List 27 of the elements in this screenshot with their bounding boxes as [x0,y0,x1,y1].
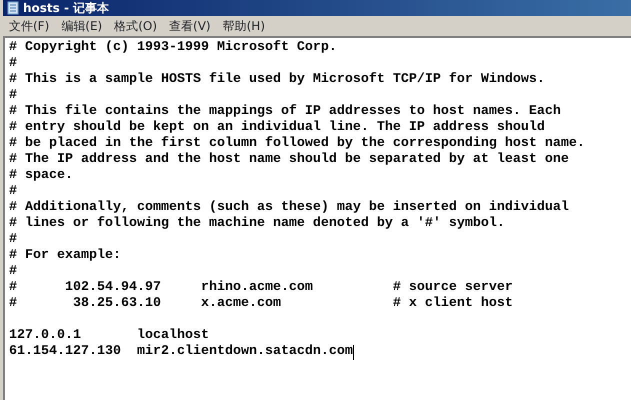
text-line: # For example: [9,248,121,264]
text-line: # [9,184,17,200]
text-line: # be placed in the first column followed by the corresponding host name. [9,136,585,152]
text-line: # [9,232,17,248]
text-line: # lines or following the machine name denoted by a '#' symbol. [9,216,505,232]
text-line: # The IP address and the host name should be separated by at least one [9,152,569,168]
text-line: # Additionally, comments (such as these) may be inserted on individual [9,200,569,216]
text-line: # entry should be kept on an individual line. The IP address should [9,120,545,136]
text-line: # space. [9,168,73,184]
text-line: # 102.54.94.97 rhino.acme.com # source server [9,280,513,296]
menu-item[interactable]: 格式(O) [108,16,164,36]
text-line: # This is a sample HOSTS file used by Microsoft TCP/IP for Windows. [9,72,545,88]
notepad-icon [7,1,19,15]
text-line: # [9,88,17,104]
text-editor[interactable] [3,36,631,400]
text-line: # 38.25.63.10 x.acme.com # x client host [9,296,513,312]
menu-item[interactable]: 帮助(H) [216,16,271,36]
text-line: 127.0.0.1 localhost [9,328,209,344]
menu-item[interactable]: 编辑(E) [55,16,108,36]
menu-item[interactable]: 查看(V) [163,16,217,36]
window-title: hosts - 记事本 [23,0,110,16]
text-line: 61.154.127.130 mir2.clientdown.satacdn.com [9,344,353,360]
menu-item[interactable]: 文件(F) [3,16,56,36]
text-line: # [9,264,17,280]
text-line: # Copyright (c) 1993-1999 Microsoft Corp. [9,40,337,56]
text-line: # [9,56,17,72]
text-line: # This file contains the mappings of IP addresses to host names. Each [9,104,561,120]
